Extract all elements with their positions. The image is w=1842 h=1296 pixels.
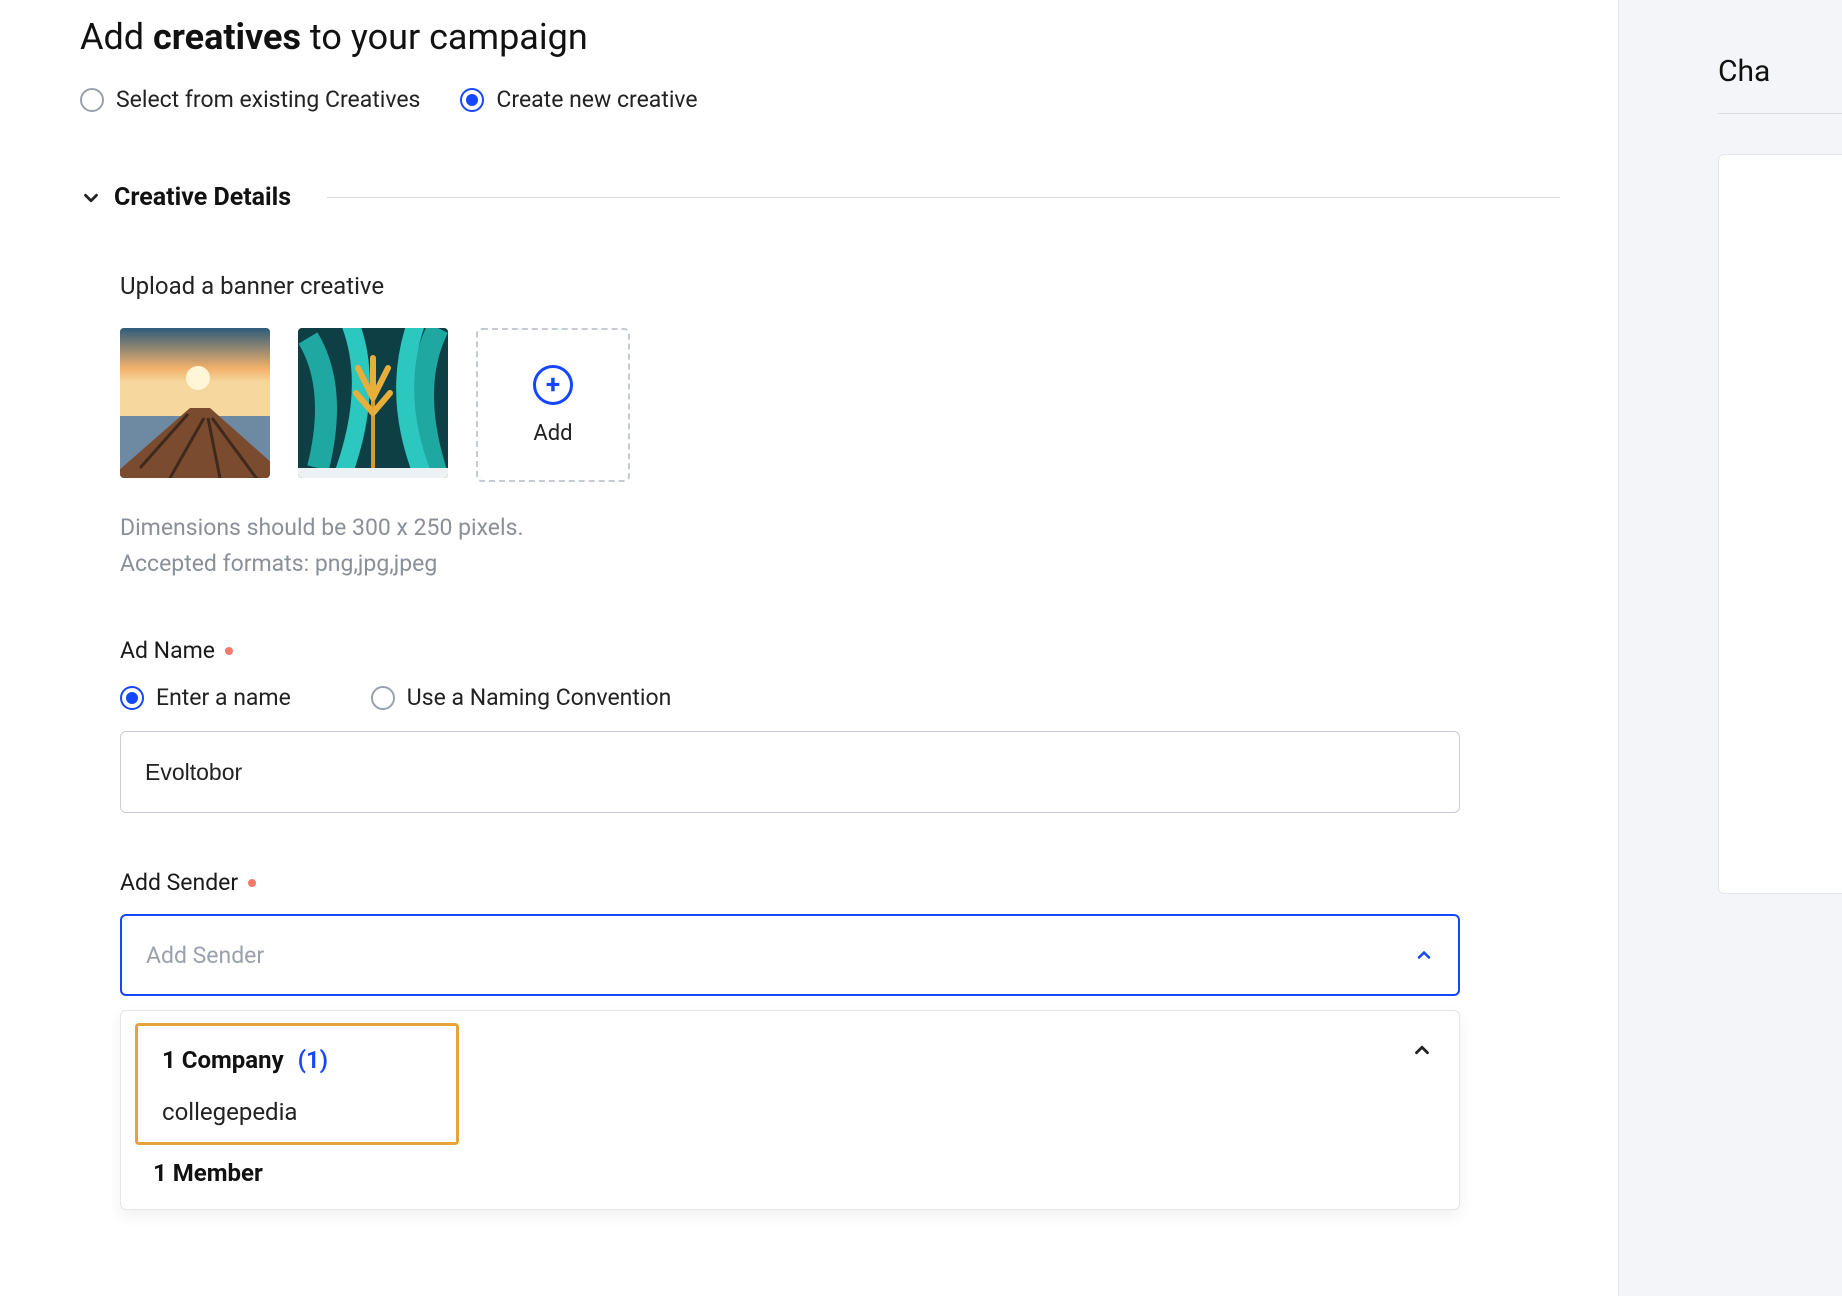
title-prefix: Add [80,16,153,58]
sender-group-member[interactable]: 1 Member [135,1145,1445,1189]
add-sender-select[interactable]: Add Sender [120,914,1460,996]
hint-line-1: Dimensions should be 300 x 250 pixels. [120,510,1470,546]
plus-circle-icon: + [533,365,573,405]
radio-label: Enter a name [156,684,291,711]
title-bold: creatives [153,16,301,58]
page-title: Add creatives to your campaign [80,16,1560,58]
radio-icon [460,88,484,112]
chevron-up-icon [1414,945,1434,965]
ad-name-mode-radio-group: Enter a name Use a Naming Convention [120,684,1470,711]
title-suffix: to your campaign [301,16,588,58]
creative-thumbnails: + Add [120,328,1470,482]
right-gutter [1618,0,1658,1296]
select-placeholder: Add Sender [146,942,264,969]
upload-label: Upload a banner creative [120,272,1470,300]
add-sender-label: Add Sender [120,869,1470,896]
section-title: Creative Details [114,183,291,212]
hint-line-2: Accepted formats: png,jpg,jpeg [120,546,1470,582]
sender-group-company[interactable]: 1 Company (1) [154,1040,440,1080]
ad-name-input[interactable] [120,731,1460,813]
radio-icon [371,686,395,710]
right-side-panel: Cha [1658,0,1842,1296]
upload-hint: Dimensions should be 300 x 250 pixels. A… [120,510,1470,581]
creative-details-section-toggle[interactable]: Creative Details [80,183,1560,212]
required-indicator-icon [248,879,256,887]
radio-label: Use a Naming Convention [407,684,672,711]
chevron-up-icon[interactable] [1411,1023,1445,1067]
creative-thumbnail-2[interactable] [298,328,448,478]
ad-name-label: Ad Name [120,637,1470,664]
creative-source-radio-group: Select from existing Creatives Create ne… [80,86,1560,113]
radio-icon [80,88,104,112]
add-creative-button[interactable]: + Add [476,328,630,482]
creative-thumbnail-1[interactable] [120,328,270,478]
radio-naming-convention[interactable]: Use a Naming Convention [371,684,672,711]
group-count: (1) [298,1046,328,1074]
radio-icon [120,686,144,710]
group-title: 1 Company [162,1046,284,1074]
required-indicator-icon [225,647,233,655]
radio-create-new[interactable]: Create new creative [460,86,697,113]
right-panel-title: Cha [1718,54,1842,114]
radio-label: Create new creative [496,86,697,113]
sender-company-highlight: 1 Company (1) collegepedia [135,1023,459,1145]
add-label: Add [533,421,572,446]
chevron-down-icon [80,187,102,209]
radio-label: Select from existing Creatives [116,86,420,113]
radio-select-existing[interactable]: Select from existing Creatives [80,86,420,113]
divider [327,197,1560,198]
right-panel-card [1718,154,1842,894]
radio-enter-name[interactable]: Enter a name [120,684,291,711]
sender-option-collegepedia[interactable]: collegepedia [154,1080,440,1130]
sender-dropdown-panel: 1 Company (1) collegepedia 1 Member [120,1010,1460,1210]
